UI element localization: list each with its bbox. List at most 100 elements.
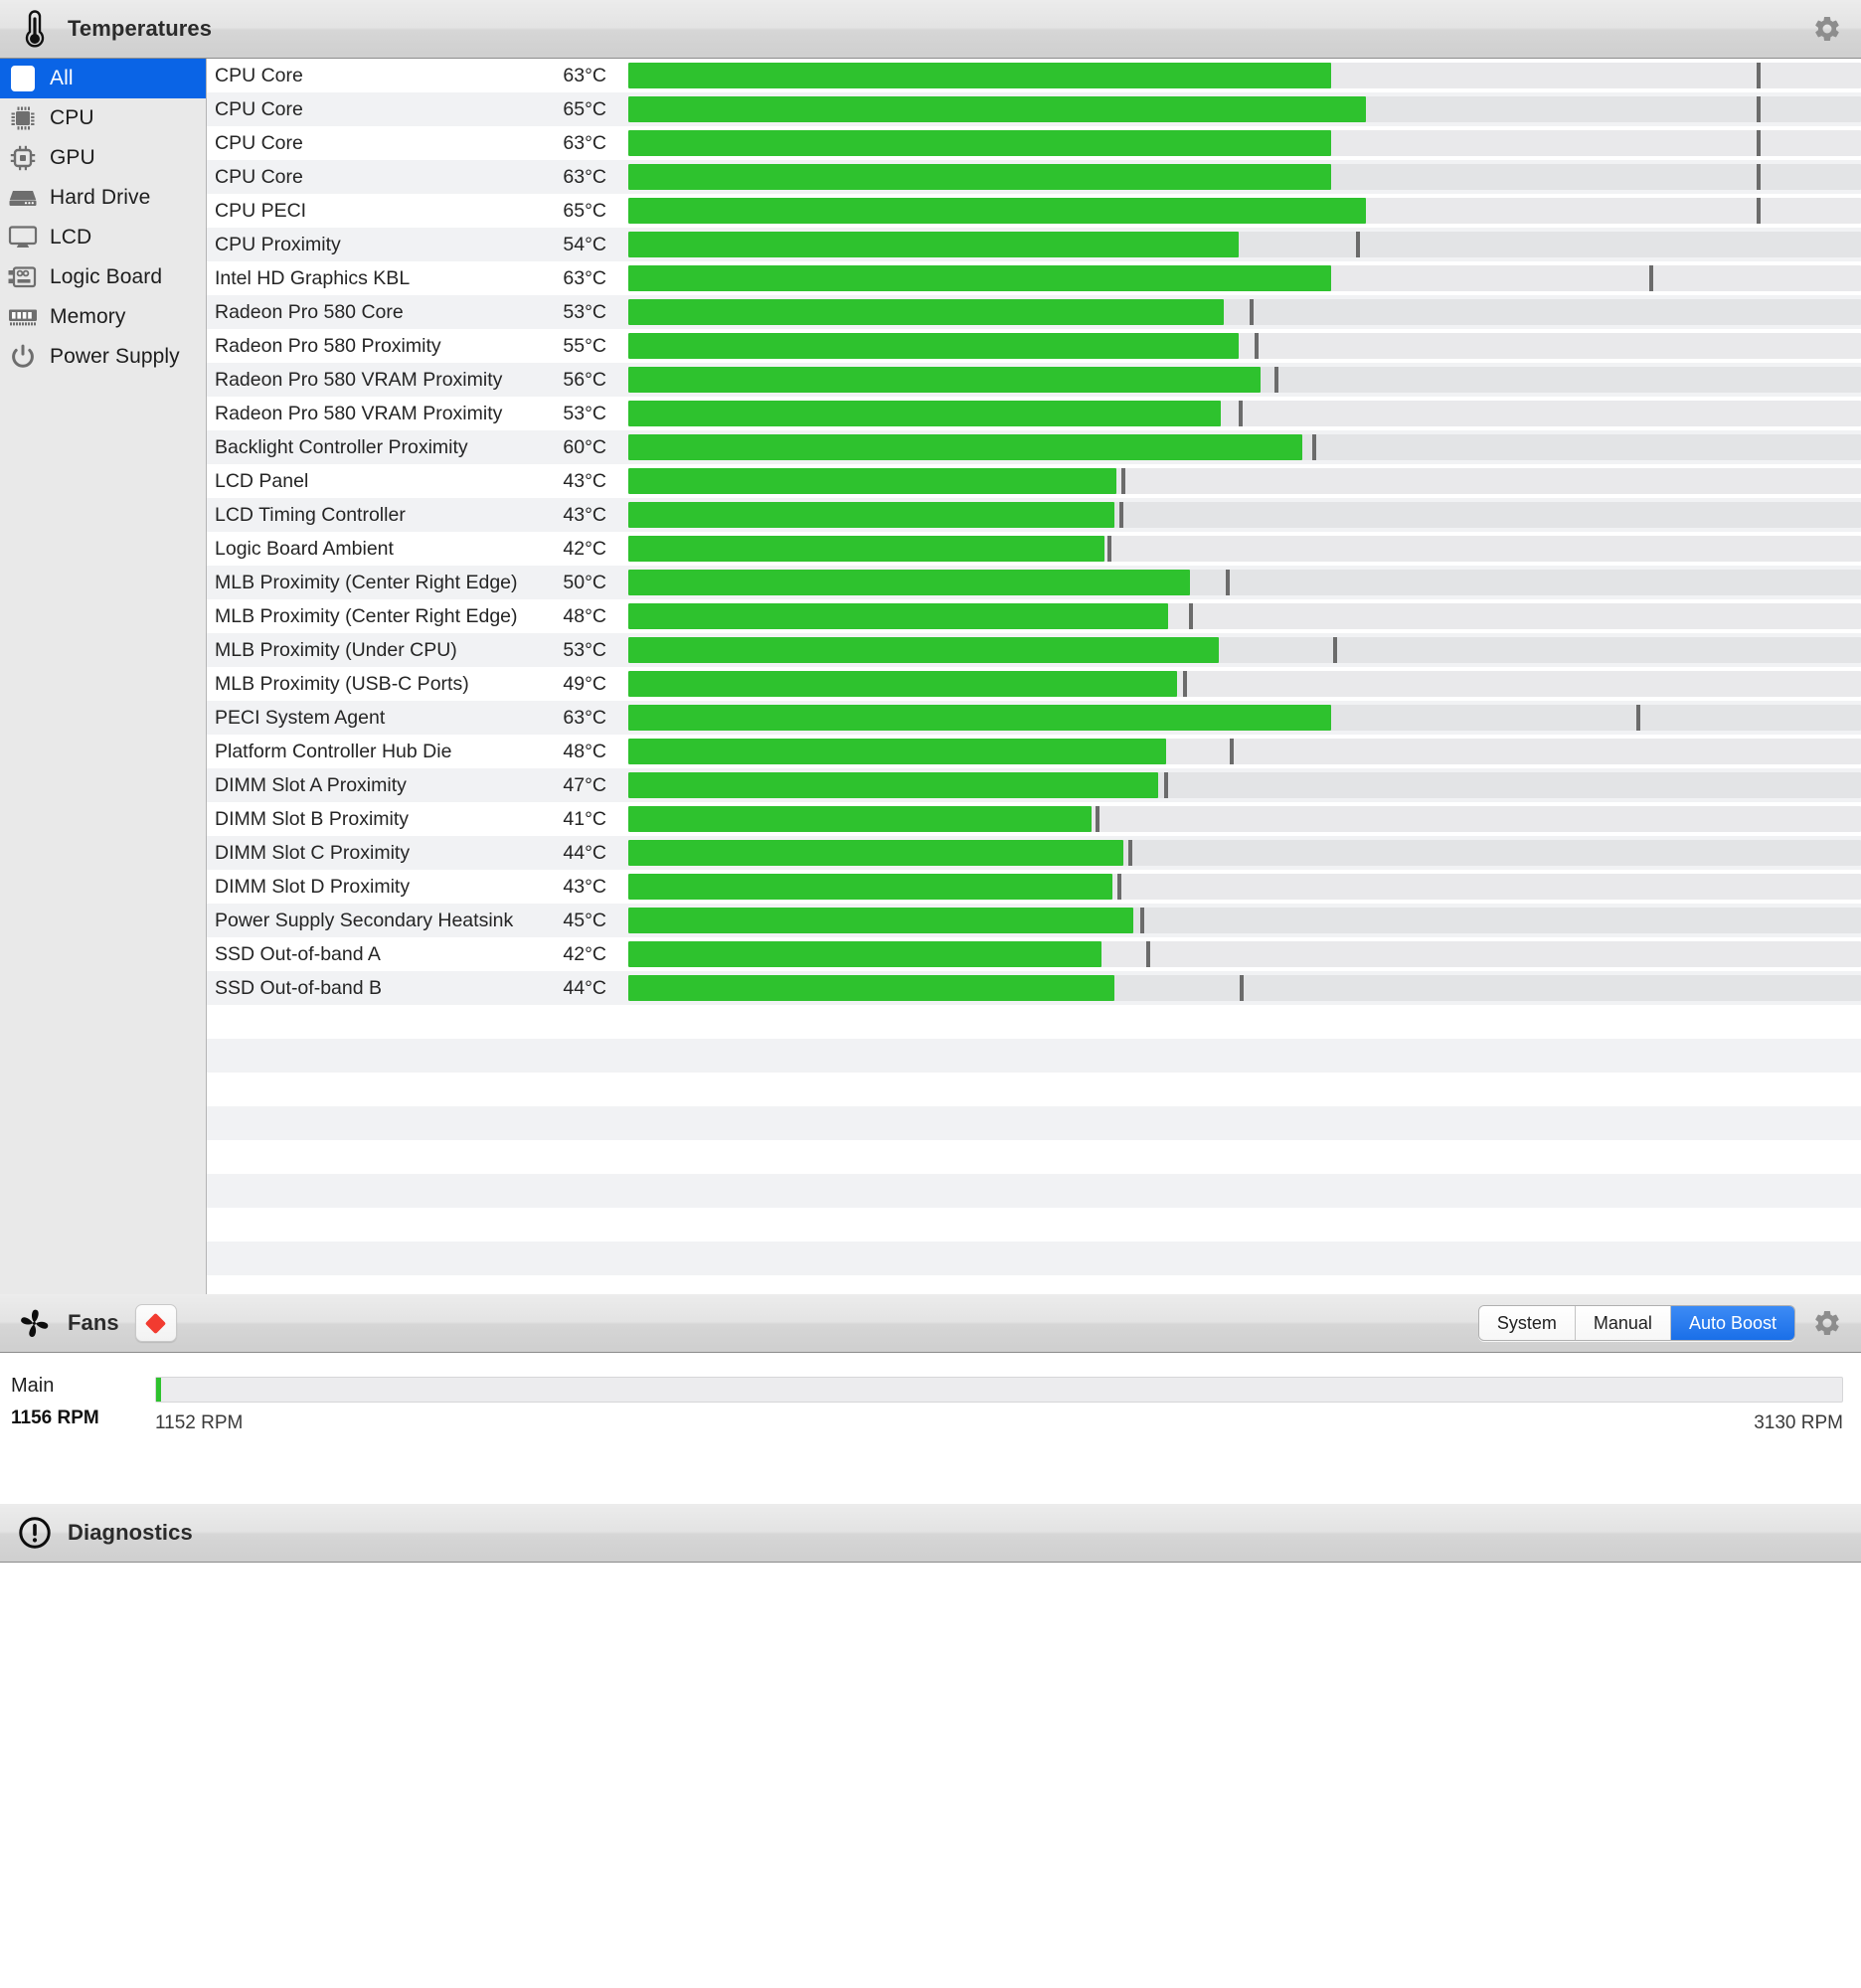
fan-mode-auto-boost[interactable]: Auto Boost [1670,1306,1794,1340]
sensor-peak-tick [1756,198,1761,224]
table-row[interactable]: Radeon Pro 580 Core 53°C [207,295,1861,329]
sensor-value: 43°C [563,875,606,898]
table-row[interactable]: CPU Core 63°C [207,126,1861,160]
fan-mode-manual[interactable]: Manual [1575,1306,1671,1340]
sensor-bar-track [628,232,1861,257]
fan-speed-fill [156,1378,162,1402]
table-row[interactable]: CPU Core 65°C [207,92,1861,126]
table-row[interactable]: MLB Proximity (Under CPU) 53°C [207,633,1861,667]
sensor-value: 54°C [563,233,606,255]
table-row[interactable]: CPU Core 63°C [207,160,1861,194]
fan-speed-track[interactable] [155,1377,1843,1403]
sidebar-item-all[interactable]: All [0,59,206,98]
sensor-bar-fill [628,333,1239,359]
sensor-name: SSD Out-of-band A [215,942,381,965]
sensor-peak-tick [1095,806,1100,832]
table-row[interactable]: Logic Board Ambient 42°C [207,532,1861,566]
sensor-value: 48°C [563,604,606,627]
table-row[interactable]: SSD Out-of-band B 44°C [207,971,1861,1005]
table-row[interactable]: CPU Proximity 54°C [207,228,1861,261]
sensor-peak-tick [1226,570,1231,595]
sidebar-item-hard-drive[interactable]: Hard Drive [0,178,206,218]
table-row[interactable]: Backlight Controller Proximity 60°C [207,430,1861,464]
sensor-peak-tick [1648,265,1653,291]
exclamation-circle-icon [18,1513,52,1553]
gear-icon[interactable] [1807,9,1847,49]
sensor-bar-track [628,367,1861,393]
sensor-value: 41°C [563,807,606,830]
sensor-value: 42°C [563,942,606,965]
sensor-value: 63°C [563,706,606,729]
sensor-value: 49°C [563,672,606,695]
main-body: All CPU GPU Hard Drive LCD Logic Board Memory P… [0,59,1861,1294]
sidebar-item-lcd[interactable]: LCD [0,218,206,257]
fan-icon [18,1303,52,1343]
fan-mode-segmented-control[interactable]: System Manual Auto Boost [1477,1305,1795,1341]
sensor-bar-fill [628,130,1331,156]
sensor-name: Intel HD Graphics KBL [215,266,411,289]
sidebar-item-power-supply[interactable]: Power Supply [0,337,206,377]
sensor-name: Radeon Pro 580 Core [215,300,404,323]
fans-gear-icon[interactable] [1807,1303,1847,1343]
sidebar-item-logic-board[interactable]: Logic Board [0,257,206,297]
sensor-name: MLB Proximity (Under CPU) [215,638,457,661]
sidebar-item-label: LCD [50,226,92,248]
sensor-value: 48°C [563,740,606,762]
table-row[interactable]: DIMM Slot C Proximity 44°C [207,836,1861,870]
sensor-value: 63°C [563,165,606,188]
fan-left-labels: Main 1156 RPM [11,1375,150,1429]
table-row[interactable]: CPU PECI 65°C [207,194,1861,228]
sensor-bar-track [628,637,1861,663]
sensor-name: CPU Core [215,131,303,154]
table-row[interactable]: DIMM Slot B Proximity 41°C [207,802,1861,836]
sensor-bar-track [628,502,1861,528]
sensor-bar-fill [628,536,1104,562]
sensor-peak-tick [1756,96,1761,122]
table-row[interactable]: PECI System Agent 63°C [207,701,1861,735]
power-icon [6,342,40,372]
fan-min-rpm: 1152 RPM [155,1412,244,1433]
memory-stick-icon [6,302,40,332]
table-row[interactable]: Radeon Pro 580 VRAM Proximity 53°C [207,397,1861,430]
table-row[interactable]: Power Supply Secondary Heatsink 45°C [207,904,1861,937]
fan-max-rpm: 3130 RPM [1754,1412,1843,1433]
table-row[interactable]: Intel HD Graphics KBL 63°C [207,261,1861,295]
table-filler-row [207,1208,1861,1242]
fan-mode-system[interactable]: System [1478,1306,1576,1340]
sidebar-item-memory[interactable]: Memory [0,297,206,337]
sensor-name: DIMM Slot A Proximity [215,773,407,796]
table-row[interactable]: Radeon Pro 580 Proximity 55°C [207,329,1861,363]
table-filler-row [207,1174,1861,1208]
sensor-value: 63°C [563,131,606,154]
cpu-chip-icon [6,103,40,133]
table-row[interactable]: LCD Timing Controller 43°C [207,498,1861,532]
sensor-bar-fill [628,198,1366,224]
table-row[interactable]: CPU Core 63°C [207,59,1861,92]
sensor-name: SSD Out-of-band B [215,976,382,999]
sensor-value: 53°C [563,402,606,424]
sensor-name: MLB Proximity (Center Right Edge) [215,571,518,593]
table-row[interactable]: Platform Controller Hub Die 48°C [207,735,1861,768]
sensor-bar-track [628,130,1861,156]
red-diamond-icon [145,1312,167,1334]
sensor-bar-fill [628,772,1159,798]
sensor-bar-track [628,468,1861,494]
table-row[interactable]: DIMM Slot A Proximity 47°C [207,768,1861,802]
table-row[interactable]: MLB Proximity (Center Right Edge) 48°C [207,599,1861,633]
sensor-value: 42°C [563,537,606,560]
table-row[interactable]: SSD Out-of-band A 42°C [207,937,1861,971]
sensor-peak-tick [1312,434,1317,460]
sidebar-item-cpu[interactable]: CPU [0,98,206,138]
table-row[interactable]: LCD Panel 43°C [207,464,1861,498]
table-row[interactable]: DIMM Slot D Proximity 43°C [207,870,1861,904]
fan-alert-badge[interactable] [134,1304,177,1342]
sensor-value: 53°C [563,300,606,323]
sensor-bar-track [628,434,1861,460]
sidebar-item-gpu[interactable]: GPU [0,138,206,178]
sidebar: All CPU GPU Hard Drive LCD Logic Board Memory P… [0,59,207,1294]
table-row[interactable]: MLB Proximity (Center Right Edge) 50°C [207,566,1861,599]
table-row[interactable]: Radeon Pro 580 VRAM Proximity 56°C [207,363,1861,397]
table-row[interactable]: MLB Proximity (USB-C Ports) 49°C [207,667,1861,701]
sensor-name: DIMM Slot B Proximity [215,807,410,830]
temperatures-header: Temperatures Average Computer: 52°C CPU:… [0,0,1861,78]
